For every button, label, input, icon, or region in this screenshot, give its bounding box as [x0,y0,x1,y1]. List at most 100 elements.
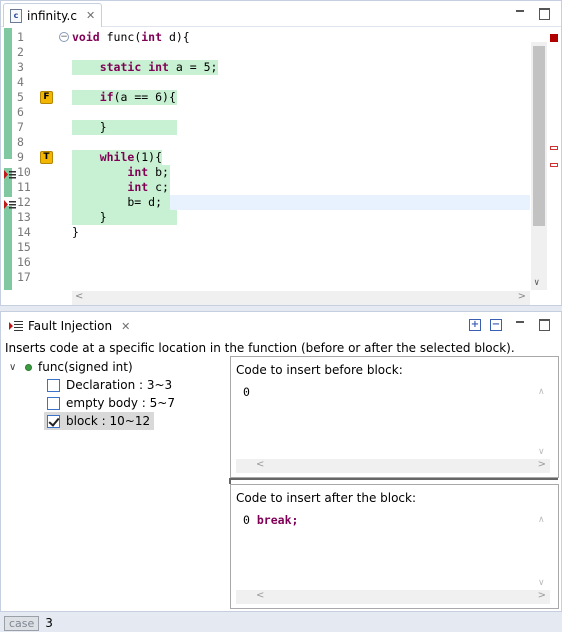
tree-item-empty-body[interactable]: empty body : 5~7 [47,394,175,412]
minimize-icon[interactable] [513,317,527,331]
code-line[interactable]: 4 [1,75,531,90]
code-line[interactable]: 1 − void func(int d){ [1,30,531,45]
editor-tabbar: c infinity.c ✕ [1,1,561,27]
line-number: 9 [17,150,24,164]
code-line[interactable]: 17 [1,270,531,285]
before-code-input[interactable]: 0 [243,385,536,399]
checkbox[interactable] [47,378,60,392]
code-line[interactable]: 2 [1,45,531,60]
code-line[interactable]: 3 static int a = 5; [1,60,531,75]
collapse-all-icon[interactable]: − [490,319,502,331]
breakpoint-arrow-icon[interactable] [4,198,16,209]
code-line[interactable]: 10 int b; [1,165,531,180]
tree-item-label: Declaration : 3~3 [66,378,173,392]
fi-tab-label: Fault Injection [28,319,113,333]
function-tree[interactable]: ∨ func(signed int) Declaration : 3~3 emp… [1,356,227,610]
function-icon [25,363,32,371]
error-indicator-icon[interactable] [550,34,558,42]
scroll-left-icon[interactable]: < [256,590,264,601]
fold-toggle-icon[interactable]: − [59,32,69,42]
tree-item-label: empty body : 5~7 [66,396,175,410]
code-text: if(a == 6){ [99,90,176,104]
false-branch-marker[interactable]: F [40,91,53,104]
code-line[interactable]: 11 int c; [1,180,531,195]
scroll-down-icon[interactable]: ∨ [534,278,539,288]
vertical-scrollbar[interactable]: ∧ ∨ [536,387,550,457]
vertical-scrollbar[interactable]: ∧ ∨ [536,515,550,588]
scrollbar-thumb[interactable] [533,46,545,226]
code-text: b= d; [72,195,163,209]
code-line[interactable]: 13 } [1,210,531,225]
line-number: 14 [17,225,31,239]
close-icon[interactable]: ✕ [86,9,95,22]
code-text: while(1){ [99,150,163,164]
code-editor[interactable]: ∨ 1 − void func(int d){2 3 static int a = 5… [1,28,561,290]
editor-horizontal-scrollbar[interactable]: < > [72,291,530,305]
line-number: 10 [17,165,31,179]
scroll-right-icon[interactable]: > [538,459,546,470]
tree-item-block[interactable]: block : 10~12 [44,412,155,430]
overview-ruler[interactable] [548,28,560,290]
after-code-input[interactable]: 0 break; [243,513,536,527]
scroll-left-icon[interactable]: < [256,459,264,470]
line-number: 6 [17,105,24,119]
breakpoint-arrow-icon[interactable] [4,168,16,179]
expand-all-icon[interactable]: + [469,319,481,331]
line-number: 1 [17,30,24,44]
overview-marker[interactable] [550,163,558,167]
code-line[interactable]: 5 F if(a == 6){ [1,90,531,105]
fault-injection-tab[interactable]: Fault Injection ✕ [3,314,136,338]
editor-vertical-scrollbar[interactable]: ∨ [531,42,547,290]
editor-view: c infinity.c ✕ ∨ 1 − void func(int d){2 3 s… [0,0,562,306]
line-number: 5 [17,90,24,104]
code-text: int b; [127,165,169,179]
minimize-icon[interactable] [513,6,527,20]
code-line[interactable]: 15 [1,240,531,255]
panel-sash[interactable] [229,478,558,484]
checkbox[interactable] [47,396,60,410]
checkbox-checked[interactable] [47,414,60,428]
tree-item-declaration[interactable]: Declaration : 3~3 [47,376,172,394]
maximize-icon[interactable] [537,6,551,20]
line-number: 8 [17,135,24,149]
after-line-no: 0 [243,513,250,527]
scroll-down-icon[interactable]: ∨ [538,578,545,588]
tree-item-label: block : 10~12 [66,414,151,428]
horizontal-scrollbar[interactable]: < > [236,590,550,604]
after-code-text: break; [256,513,299,527]
before-panel-title: Code to insert before block: [236,363,403,377]
scroll-up-icon[interactable]: ∧ [538,387,545,397]
scroll-right-icon[interactable]: > [518,291,526,302]
scroll-left-icon[interactable]: < [75,291,83,302]
scroll-up-icon[interactable]: ∧ [538,515,545,525]
line-number: 7 [17,120,24,134]
chevron-down-icon[interactable]: ∨ [9,362,19,373]
code-text: } [72,225,79,239]
line-number: 12 [17,195,31,209]
code-line[interactable]: 8 [1,135,531,150]
line-number: 16 [17,255,31,269]
code-line[interactable]: 14} [1,225,531,240]
close-icon[interactable]: ✕ [121,320,130,333]
line-number: 2 [17,45,24,59]
before-code-panel: Code to insert before block: 0 ∧ ∨ < > [230,356,559,478]
code-line[interactable]: 9 T while(1){ [1,150,531,165]
editor-tab-label: infinity.c [27,8,77,23]
code-line[interactable]: 7 } [1,120,531,135]
function-label: func(signed int) [38,360,133,374]
editor-tab[interactable]: c infinity.c ✕ [3,3,103,27]
code-line[interactable]: 16 [1,255,531,270]
line-number: 4 [17,75,24,89]
scroll-down-icon[interactable]: ∨ [538,447,545,457]
fault-injection-view: Fault Injection ✕ + − Inserts code at a … [0,311,562,612]
scroll-right-icon[interactable]: > [538,590,546,601]
code-line[interactable]: 12 b= d; [1,195,531,210]
maximize-icon[interactable] [537,317,551,331]
case-badge: case [4,615,40,631]
true-branch-marker[interactable]: T [40,151,53,164]
code-line[interactable]: 6 [1,105,531,120]
horizontal-scrollbar[interactable]: < > [236,459,550,473]
tree-node-function[interactable]: ∨ func(signed int) [9,358,133,376]
code-text: static int a = 5; [99,60,218,74]
overview-marker[interactable] [550,146,558,150]
